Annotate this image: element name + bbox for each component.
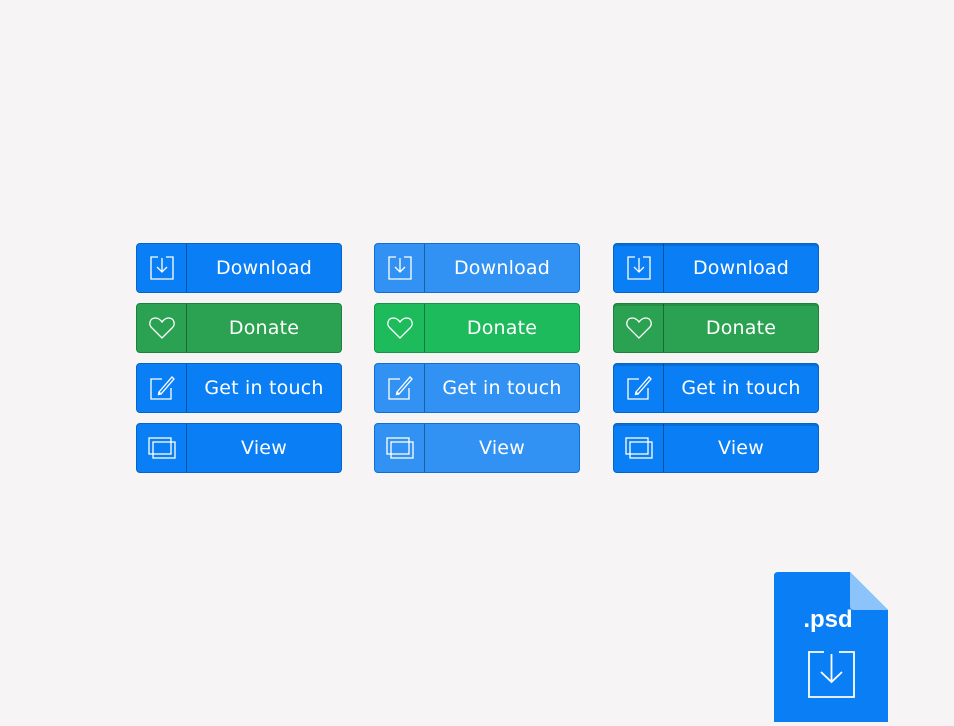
download-icon: [614, 244, 664, 292]
download-button[interactable]: Download: [136, 243, 342, 293]
heart-icon: [137, 304, 187, 352]
download-button[interactable]: Download: [374, 243, 580, 293]
download-label: Download: [215, 257, 313, 279]
edit-icon: [137, 364, 187, 412]
button-column-hover: Download Donate Get in touch View: [374, 243, 580, 483]
view-button[interactable]: View: [613, 423, 819, 473]
donate-label: Donate: [466, 317, 538, 339]
donate-button[interactable]: Donate: [374, 303, 580, 353]
download-label: Download: [453, 257, 551, 279]
psd-download-badge[interactable]: .psd: [774, 572, 888, 722]
donate-label: Donate: [228, 317, 300, 339]
download-icon: [375, 244, 425, 292]
button-column-pressed: Download Donate Get in touch View: [613, 243, 819, 483]
download-label: Download: [692, 257, 790, 279]
donate-button[interactable]: Donate: [613, 303, 819, 353]
download-icon: [137, 244, 187, 292]
get-in-touch-label: Get in touch: [204, 377, 324, 399]
get-in-touch-label: Get in touch: [681, 377, 801, 399]
button-column-normal: Download Donate Get in touch View: [136, 243, 342, 483]
edit-icon: [614, 364, 664, 412]
download-icon: [808, 651, 855, 698]
donate-button[interactable]: Donate: [136, 303, 342, 353]
view-label: View: [479, 437, 525, 459]
get-in-touch-label: Get in touch: [442, 377, 562, 399]
file-extension-label: .psd: [803, 606, 853, 633]
windows-icon: [137, 424, 187, 472]
edit-icon: [375, 364, 425, 412]
donate-label: Donate: [705, 317, 777, 339]
download-button[interactable]: Download: [613, 243, 819, 293]
view-button[interactable]: View: [136, 423, 342, 473]
get-in-touch-button[interactable]: Get in touch: [613, 363, 819, 413]
view-button[interactable]: View: [374, 423, 580, 473]
heart-icon: [614, 304, 664, 352]
get-in-touch-button[interactable]: Get in touch: [136, 363, 342, 413]
get-in-touch-button[interactable]: Get in touch: [374, 363, 580, 413]
windows-icon: [614, 424, 664, 472]
heart-icon: [375, 304, 425, 352]
view-label: View: [718, 437, 764, 459]
windows-icon: [375, 424, 425, 472]
view-label: View: [241, 437, 287, 459]
